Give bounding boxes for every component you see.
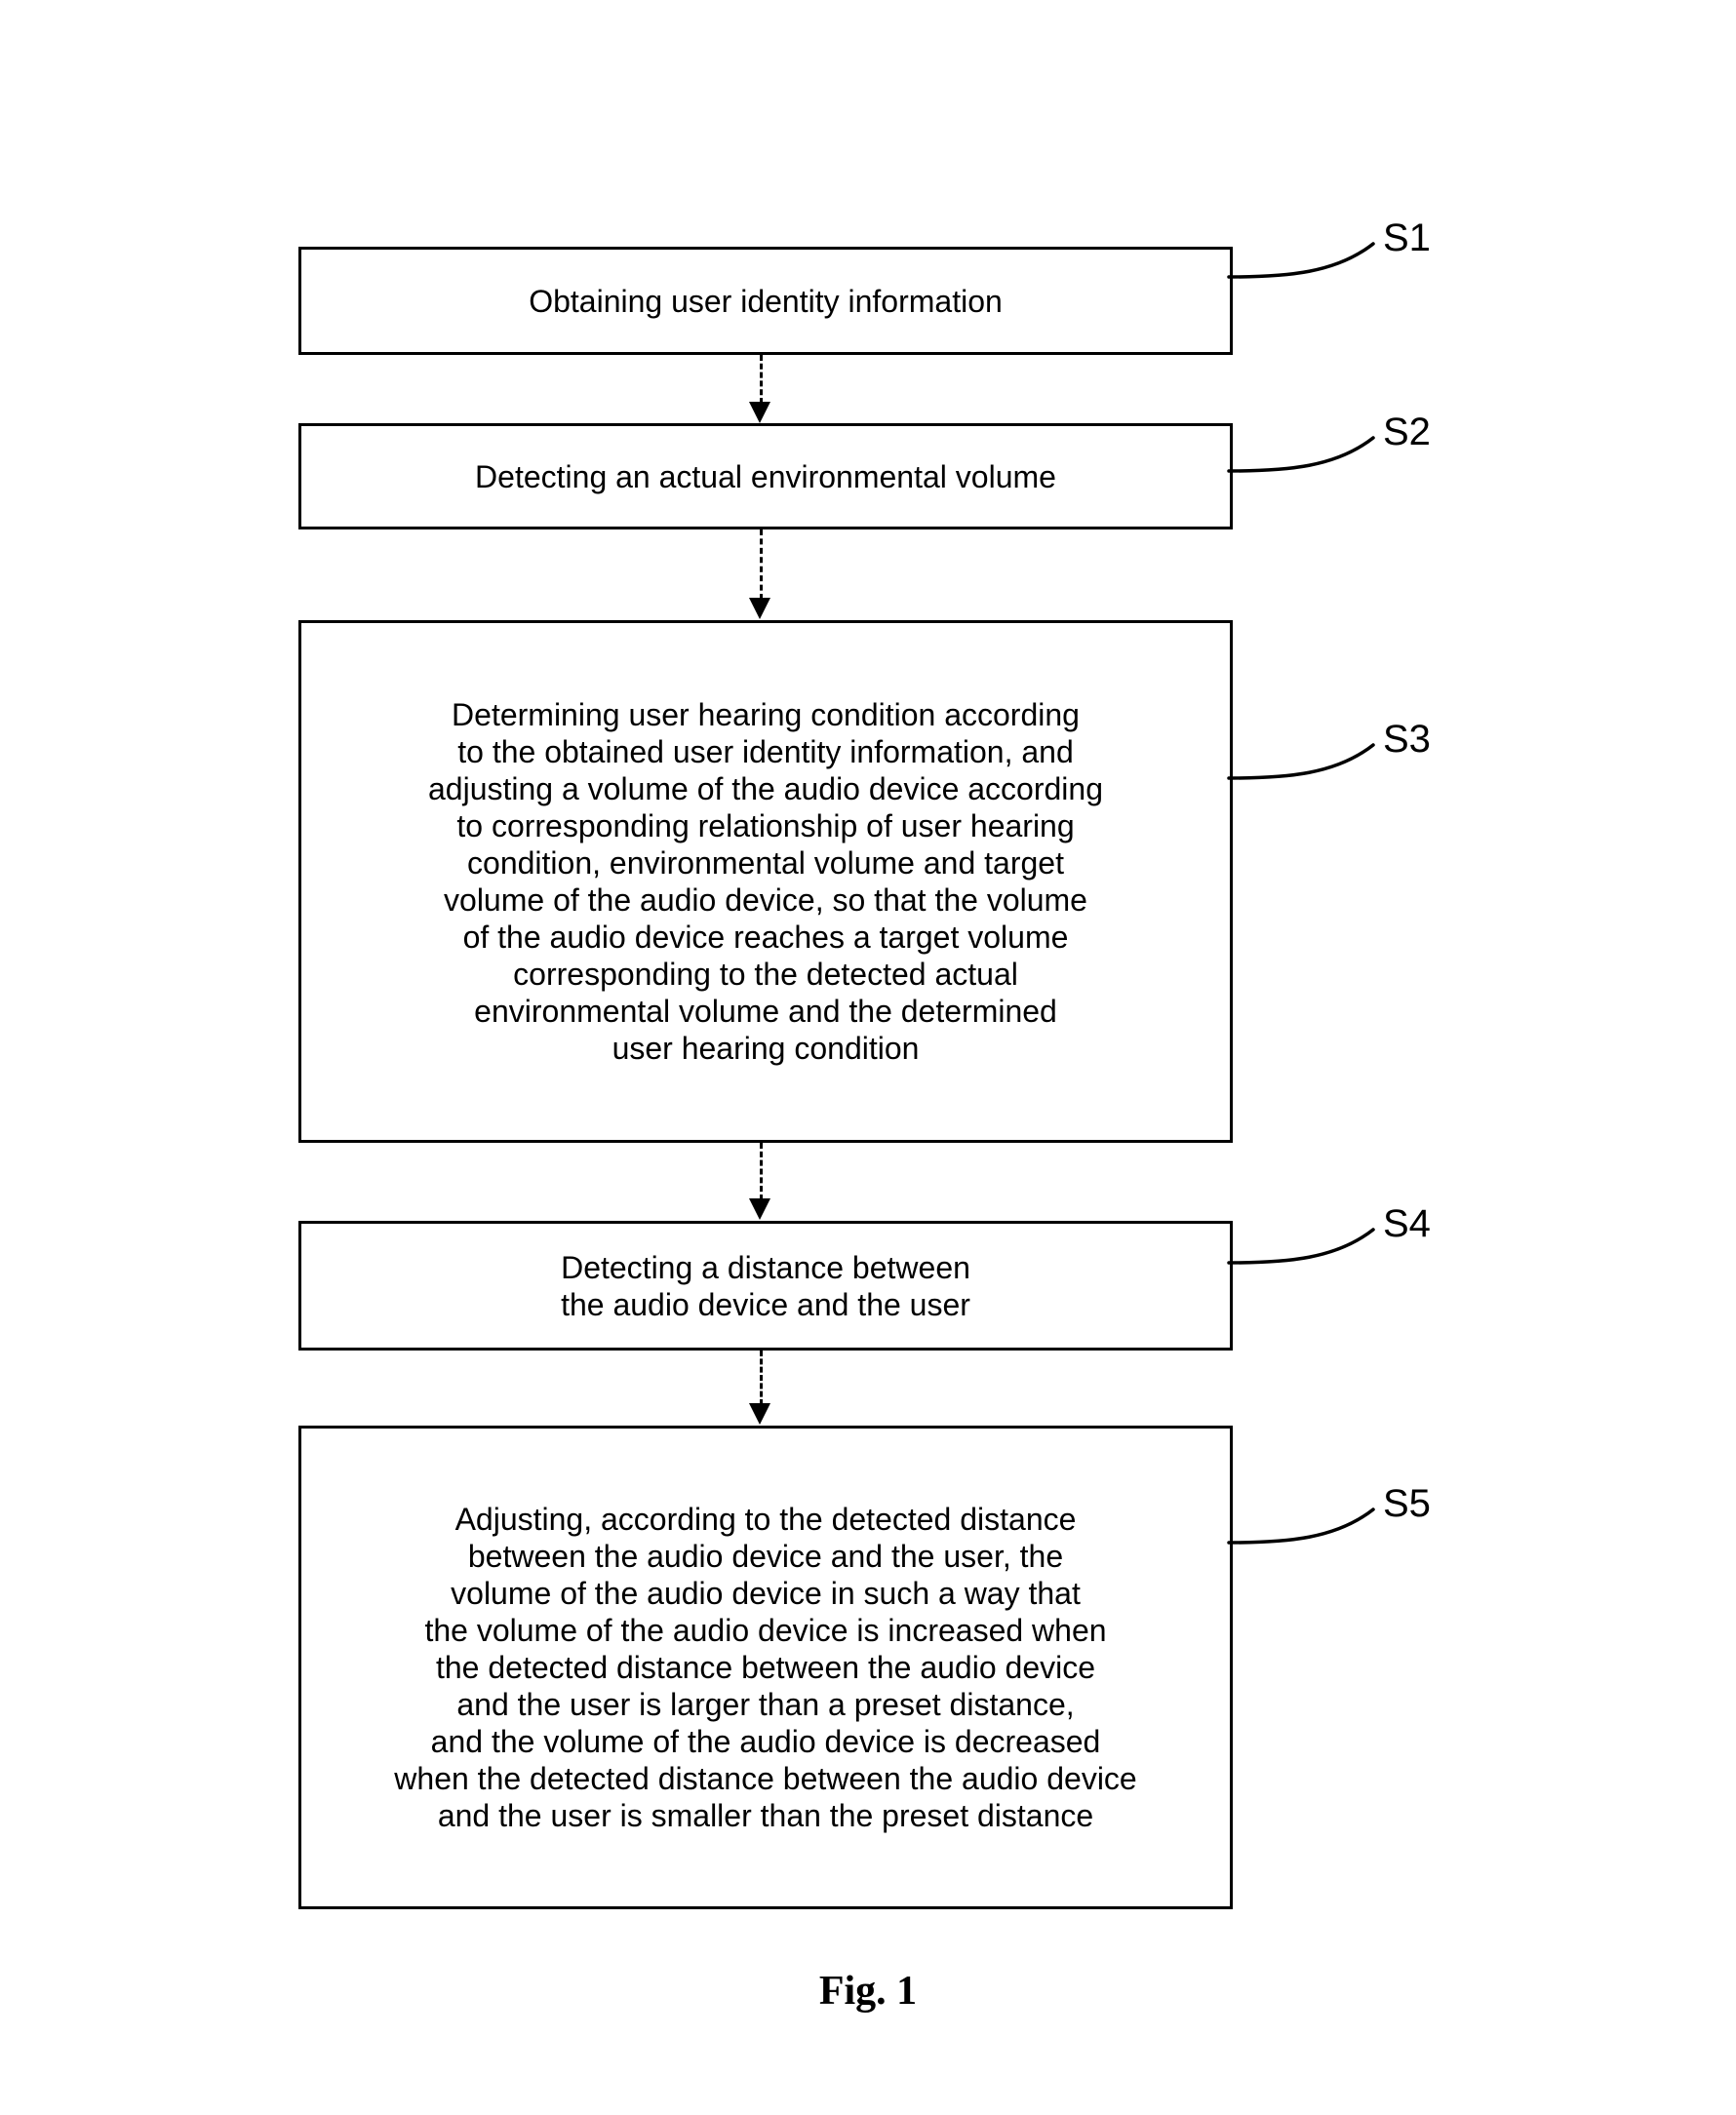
arrowhead-down-icon bbox=[749, 598, 770, 619]
flow-step-text-s2: Detecting an actual environmental volume bbox=[475, 458, 1056, 494]
leader-line-s4 bbox=[1227, 1228, 1375, 1265]
step-label-s5: S5 bbox=[1383, 1482, 1431, 1525]
leader-line-s5 bbox=[1227, 1508, 1375, 1545]
connector-stem bbox=[760, 529, 763, 600]
arrowhead-down-icon bbox=[749, 1403, 770, 1425]
flow-step-text-s1: Obtaining user identity information bbox=[529, 283, 1003, 319]
patent-figure: Obtaining user identity information S1 D… bbox=[0, 0, 1736, 2115]
step-label-s2: S2 bbox=[1383, 411, 1431, 453]
connector-stem bbox=[760, 1143, 763, 1200]
flow-step-text-s4: Detecting a distance between the audio d… bbox=[561, 1249, 970, 1322]
leader-line-s2 bbox=[1227, 436, 1375, 473]
flow-step-text-s3: Determining user hearing condition accor… bbox=[428, 697, 1103, 1066]
flow-step-box-s1: Obtaining user identity information bbox=[298, 247, 1233, 355]
flow-step-box-s3: Determining user hearing condition accor… bbox=[298, 620, 1233, 1143]
figure-caption: Fig. 1 bbox=[818, 1969, 918, 2014]
connector-stem bbox=[760, 355, 763, 404]
flow-step-box-s2: Detecting an actual environmental volume bbox=[298, 423, 1233, 529]
flow-step-box-s4: Detecting a distance between the audio d… bbox=[298, 1221, 1233, 1351]
flow-step-text-s5: Adjusting, according to the detected dis… bbox=[394, 1502, 1137, 1833]
step-label-s3: S3 bbox=[1383, 718, 1431, 761]
step-label-s4: S4 bbox=[1383, 1202, 1431, 1245]
leader-line-s1 bbox=[1227, 242, 1375, 279]
connector-stem bbox=[760, 1351, 763, 1405]
step-label-s1: S1 bbox=[1383, 216, 1431, 259]
arrowhead-down-icon bbox=[749, 1198, 770, 1220]
flow-step-box-s5: Adjusting, according to the detected dis… bbox=[298, 1426, 1233, 1909]
arrowhead-down-icon bbox=[749, 402, 770, 423]
leader-line-s3 bbox=[1227, 743, 1375, 780]
